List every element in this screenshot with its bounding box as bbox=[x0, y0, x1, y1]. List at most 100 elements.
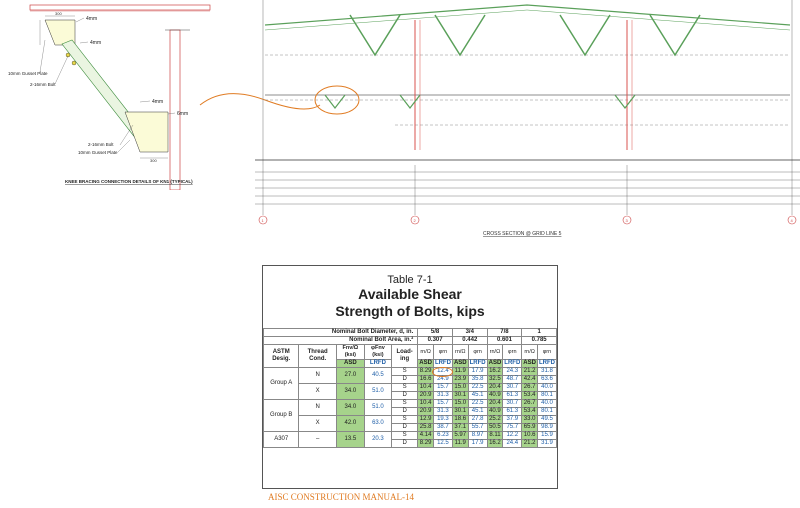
table-row: Group A N 27.0 40.5 S 8.29 12.4 11.9 17.9 16.2 24.… bbox=[263, 366, 557, 400]
table-row: X 34.0 51.0 S 10.4 15.7 15.0 22.5 20.4 30.7 26.7 40… bbox=[264, 383, 557, 400]
area-label: Nominal Bolt Area, in.² bbox=[263, 336, 419, 345]
label-mid-mm-1: 4mm bbox=[152, 99, 163, 105]
label-gusset-top: 10mm Gusset Plate bbox=[8, 71, 48, 76]
asd-value: 26.7 bbox=[521, 383, 538, 392]
astm-designation: Group A bbox=[263, 367, 300, 400]
lrfd-value: 30.7 bbox=[502, 383, 523, 392]
grid-marker-2: 2 bbox=[410, 215, 420, 225]
thread-condition: X bbox=[298, 415, 337, 432]
asd-value: 20.9 bbox=[417, 391, 434, 400]
label-mid-mm-2: 6mm bbox=[177, 111, 188, 117]
asd-value: 26.7 bbox=[521, 399, 538, 408]
label-top-mm-1: 4mm bbox=[86, 16, 97, 22]
loading-type: S bbox=[390, 399, 419, 408]
lrfd-value: 15.7 bbox=[432, 383, 453, 392]
diameter-1: 5/8 bbox=[417, 328, 453, 337]
table-row: A307–13.5 20.3 S 4.14 6.23 5.97 8.97 8.11 12.2 10… bbox=[263, 431, 557, 448]
thread-condition: X bbox=[298, 383, 337, 400]
asd-header: ASD bbox=[451, 359, 469, 368]
col-astm: ASTM Desig. bbox=[263, 344, 300, 368]
asd-value: 30.1 bbox=[451, 407, 469, 416]
rafter-beam bbox=[29, 4, 211, 11]
lrfd-value: 22.5 bbox=[467, 399, 488, 408]
astm-designation: A307 bbox=[263, 431, 300, 448]
col-phi-rn-4: φrn bbox=[536, 344, 557, 360]
lrfd-value: 80.1 bbox=[536, 407, 557, 416]
table-title-line3: Strength of Bolts, kips bbox=[335, 303, 485, 319]
loading-type: S bbox=[390, 431, 419, 440]
asd-header: ASD bbox=[521, 359, 538, 368]
asd-value: 65.9 bbox=[521, 423, 538, 432]
lrfd-header: LRFD bbox=[363, 359, 392, 368]
asd-value: 25.2 bbox=[486, 415, 504, 424]
lrfd-value: 55.7 bbox=[467, 423, 488, 432]
asd-value: 33.0 bbox=[521, 415, 538, 424]
lrfd-value: 30.7 bbox=[502, 399, 523, 408]
loading-type: S bbox=[390, 383, 419, 392]
diameter-2: 3/4 bbox=[451, 328, 488, 337]
bolt-shear-table: Table 7-1 Available Shear Strength of Bo… bbox=[262, 265, 558, 489]
lrfd-value: 37.9 bbox=[502, 415, 523, 424]
asd-value: 37.1 bbox=[451, 423, 469, 432]
asd-value: 25.8 bbox=[417, 423, 434, 432]
lrfd-value: 45.1 bbox=[467, 391, 488, 400]
asd-value: 50.5 bbox=[486, 423, 504, 432]
lrfd-header: LRFD bbox=[502, 359, 523, 368]
asd-value: 11.9 bbox=[451, 367, 469, 376]
fnv-omega-value: 42.0 bbox=[335, 415, 365, 432]
phi-fnv-value: 51.0 bbox=[363, 383, 392, 400]
thread-condition: N bbox=[298, 367, 337, 384]
lrfd-value: 61.3 bbox=[502, 407, 523, 416]
asd-value: 16.2 bbox=[486, 439, 504, 448]
dim-300-top: 300 bbox=[55, 11, 62, 16]
grid-marker-1: 1 bbox=[258, 215, 268, 225]
fnv-omega-value: 27.0 bbox=[335, 367, 365, 384]
asd-value: 53.4 bbox=[521, 391, 538, 400]
lrfd-value: 12.5 bbox=[432, 439, 453, 448]
asd-header: ASD bbox=[335, 359, 365, 368]
asd-value: 21.2 bbox=[521, 439, 538, 448]
diameter-label: Nominal Bolt Diameter, d, in. bbox=[263, 328, 419, 337]
asd-value: 15.0 bbox=[451, 383, 469, 392]
lrfd-value: 27.8 bbox=[467, 415, 488, 424]
grid-marker-3: 3 bbox=[622, 215, 632, 225]
lrfd-header: LRFD bbox=[467, 359, 488, 368]
table-body: Group A N 27.0 40.5 S 8.29 12.4 11.9 17.9 16.2 24.… bbox=[263, 366, 557, 448]
label-bolt-top: 2-16mm Bolt bbox=[30, 82, 56, 87]
knee-bracing-detail: 300 300 4mm 4mm 10mm Gusset Plate 2-16mm… bbox=[8, 4, 211, 190]
asd-value: 21.2 bbox=[521, 367, 538, 376]
col-rn-omega-4: rn/Ω bbox=[521, 344, 538, 360]
lrfd-value: 8.97 bbox=[467, 431, 488, 440]
asd-value: 5.97 bbox=[451, 431, 469, 440]
asd-value: 20.4 bbox=[486, 383, 504, 392]
asd-value: 11.9 bbox=[451, 439, 469, 448]
lrfd-value: 19.3 bbox=[432, 415, 453, 424]
area-3: 0.601 bbox=[486, 336, 523, 345]
lrfd-value: 31.3 bbox=[432, 407, 453, 416]
col-phi-rn-3: φrn bbox=[502, 344, 523, 360]
lrfd-header: LRFD bbox=[536, 359, 557, 368]
lrfd-value: 31.3 bbox=[432, 391, 453, 400]
source-caption: AISC CONSTRUCTION MANUAL-14 bbox=[268, 492, 415, 502]
astm-designation: Group B bbox=[263, 399, 300, 432]
lrfd-value: 61.3 bbox=[502, 391, 523, 400]
loading-type: D bbox=[390, 375, 419, 384]
detail-title: KNEE BRACING CONNECTION DETAILS OF KN1 (… bbox=[65, 179, 193, 184]
lrfd-value: 6.23 bbox=[432, 431, 453, 440]
lrfd-value: 24.4 bbox=[502, 439, 523, 448]
lrfd-value: 48.7 bbox=[502, 375, 523, 384]
label-gusset-bottom: 10mm Gusset Plate bbox=[78, 150, 118, 155]
asd-value: 42.4 bbox=[521, 375, 538, 384]
asd-value: 40.9 bbox=[486, 391, 504, 400]
lrfd-value: 38.7 bbox=[432, 423, 453, 432]
lrfd-value: 24.9 bbox=[432, 375, 453, 384]
lrfd-value: 31.8 bbox=[536, 367, 557, 376]
lrfd-header: LRFD bbox=[432, 359, 453, 368]
asd-value: 40.9 bbox=[486, 407, 504, 416]
column bbox=[169, 29, 181, 190]
lrfd-value: 49.5 bbox=[536, 415, 557, 424]
label-top-mm-2: 4mm bbox=[90, 40, 101, 46]
fnv-omega-value: 13.5 bbox=[335, 431, 365, 448]
phi-fnv-value: 40.5 bbox=[363, 367, 392, 384]
col-rn-omega-2: rn/Ω bbox=[451, 344, 469, 360]
